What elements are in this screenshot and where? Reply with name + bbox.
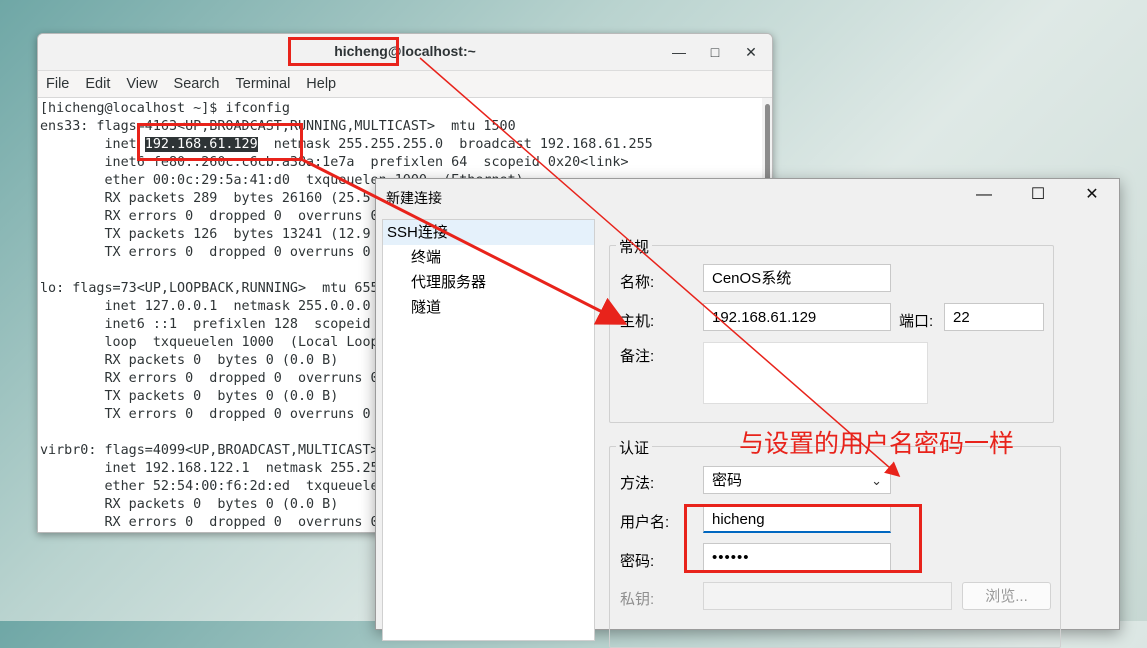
annotation-arrows bbox=[302, 57, 901, 477]
arrow-title-to-user bbox=[419, 57, 901, 477]
arrow-ip-to-host bbox=[302, 158, 628, 325]
